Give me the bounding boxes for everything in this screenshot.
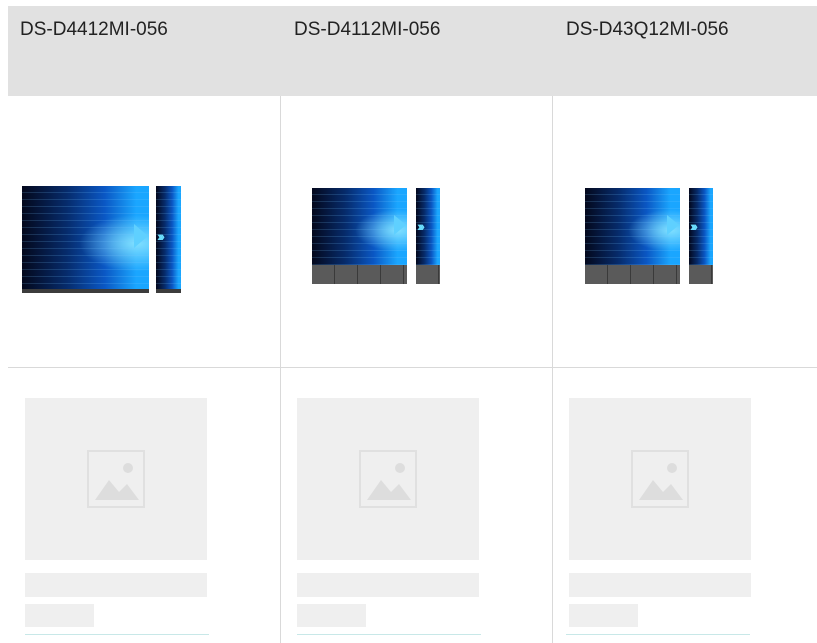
skeleton-title-bar xyxy=(569,573,751,597)
skeleton-subtitle-bar xyxy=(25,604,94,627)
skeleton-title-bar xyxy=(25,573,207,597)
led-panel-main xyxy=(585,188,680,265)
chevrons-graphic: ››› xyxy=(690,218,698,234)
led-panel-side: ››› xyxy=(689,188,713,265)
image-placeholder xyxy=(25,398,207,560)
card-underline xyxy=(566,634,750,635)
image-placeholder xyxy=(297,398,479,560)
arrow-graphic xyxy=(134,224,148,248)
led-panel-main xyxy=(312,188,407,265)
chevrons-graphic: ››› xyxy=(417,218,425,234)
arrow-graphic xyxy=(667,215,679,235)
image-placeholder-icon xyxy=(359,450,417,508)
skeleton-subtitle-bar xyxy=(569,604,638,627)
image-placeholder-icon xyxy=(87,450,145,508)
row-divider xyxy=(8,367,817,368)
skeleton-subtitle-bar xyxy=(297,604,366,627)
chevrons-graphic: ››› xyxy=(157,228,165,244)
product-image-2[interactable]: ››› xyxy=(312,188,442,286)
skeleton-title-bar xyxy=(297,573,479,597)
led-panel-side: ››› xyxy=(156,186,181,290)
column-title-3: DS-D43Q12MI-056 xyxy=(566,19,729,40)
led-panel-side: ››› xyxy=(416,188,440,265)
product-image-1[interactable]: ››› xyxy=(22,186,182,294)
panel-base xyxy=(312,265,407,284)
image-placeholder-icon xyxy=(631,450,689,508)
led-panel-main xyxy=(22,186,149,290)
card-underline xyxy=(297,634,481,635)
column-divider xyxy=(552,96,553,643)
panel-base xyxy=(156,289,181,293)
column-title-2: DS-D4112MI-056 xyxy=(294,19,441,40)
panel-base xyxy=(416,265,440,284)
product-image-3[interactable]: ››› xyxy=(585,188,715,286)
column-title-1: DS-D4412MI-056 xyxy=(20,19,168,40)
panel-base xyxy=(585,265,680,284)
comparison-header-row: DS-D4412MI-056 DS-D4112MI-056 DS-D43Q12M… xyxy=(8,6,817,96)
arrow-graphic xyxy=(394,215,406,235)
card-underline xyxy=(25,634,209,635)
column-divider xyxy=(280,96,281,643)
panel-base xyxy=(689,265,713,284)
image-placeholder xyxy=(569,398,751,560)
panel-base xyxy=(22,289,149,293)
